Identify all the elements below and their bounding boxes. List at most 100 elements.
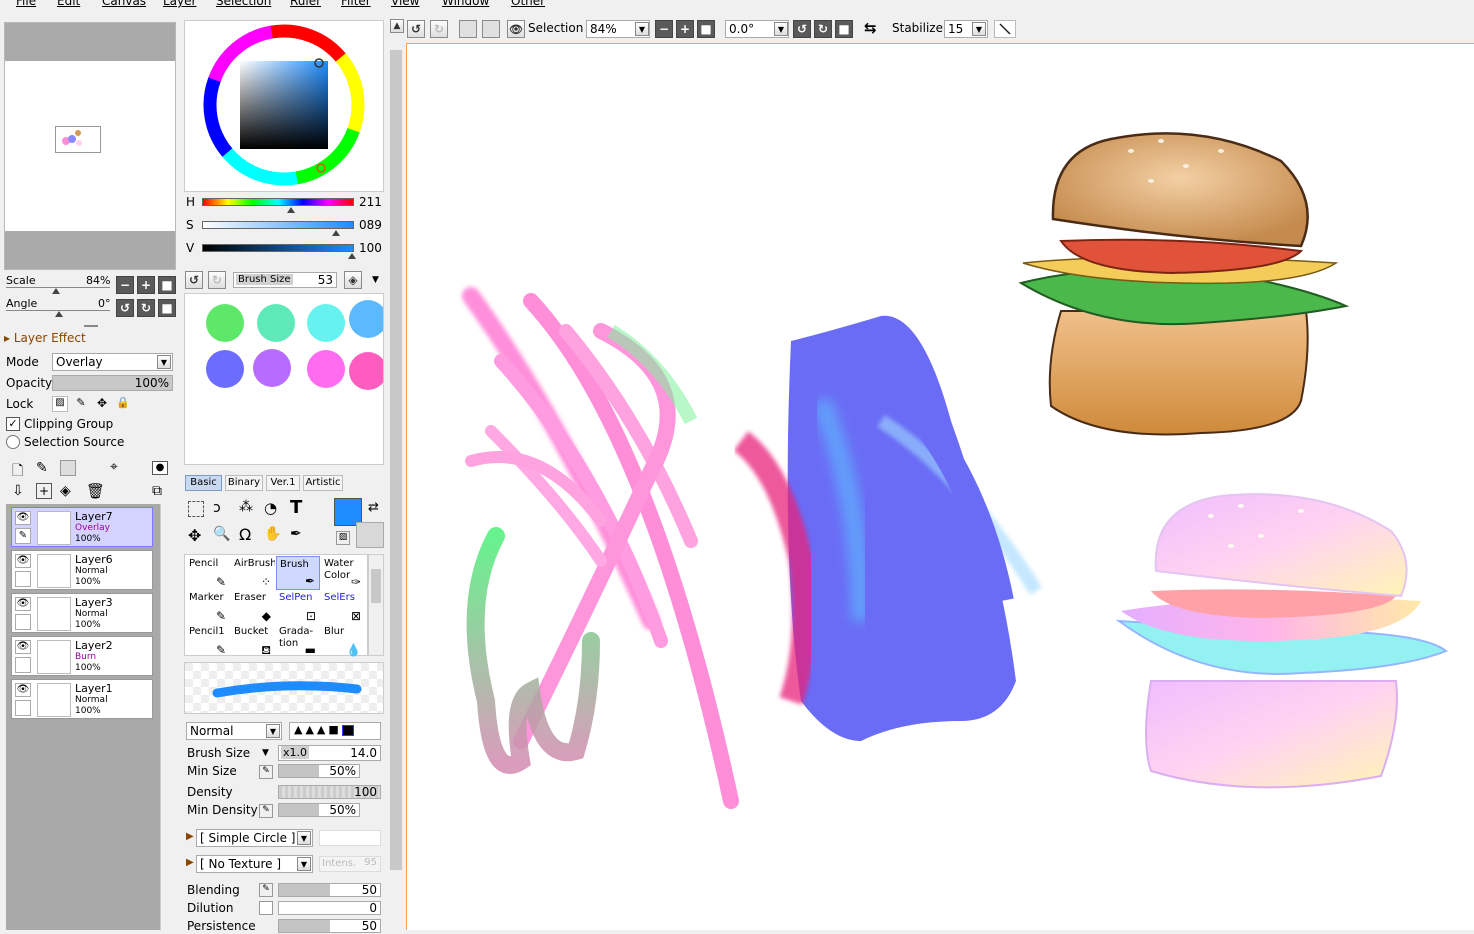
hardness-selected-icon[interactable]: [341, 724, 354, 736]
redo-button[interactable]: ↻: [430, 20, 448, 38]
tool-selpen[interactable]: SelPen ⊡: [276, 590, 320, 624]
tool-eraser[interactable]: Eraser ◆: [231, 590, 275, 624]
visibility-eye-icon[interactable]: 👁: [15, 511, 31, 525]
lock-move-icon[interactable]: ✥: [94, 396, 110, 412]
layer-lock-box[interactable]: [15, 657, 31, 673]
rotate-reset-button[interactable]: ■: [158, 299, 176, 317]
tool-panel-scroll-thumb[interactable]: [390, 50, 402, 870]
brush-texture-dropdown-icon[interactable]: ▼: [297, 857, 311, 871]
zoom-tool-icon[interactable]: 🔍: [213, 526, 230, 542]
brush-shape-expand-icon[interactable]: ▶: [186, 831, 194, 842]
menu-layer[interactable]: Layer: [163, 0, 196, 8]
toolbar-zoom-reset-button[interactable]: ■: [697, 20, 715, 38]
toolbar-rotate-left-button[interactable]: ↺: [793, 20, 811, 38]
rect-select-icon[interactable]: [188, 501, 204, 517]
toolbar-zoom-in-button[interactable]: +: [676, 20, 694, 38]
brush-blend-dropdown-icon[interactable]: ▼: [266, 724, 280, 738]
move-tool-icon[interactable]: ✥: [188, 526, 201, 545]
layer-list-scrollbar[interactable]: [160, 504, 176, 930]
value-slider-handle[interactable]: [348, 253, 356, 259]
tool-selers[interactable]: SelErs ⊠: [321, 590, 365, 624]
layer-lock-box[interactable]: [15, 614, 31, 630]
invert-selection-button[interactable]: [482, 20, 500, 38]
clear-layer-icon[interactable]: ◈: [60, 483, 71, 499]
tab-artistic[interactable]: Artistic: [303, 475, 343, 491]
menu-edit[interactable]: Edit: [57, 0, 80, 8]
flip-horizontal-icon[interactable]: ⇆: [864, 19, 877, 37]
layer-item-2[interactable]: 👁 Layer2 Burn 100%: [11, 636, 153, 676]
zoom-reset-button[interactable]: ■: [158, 276, 176, 294]
layer-item-6[interactable]: 👁 Layer6 Normal 100%: [11, 550, 153, 590]
opacity-slider[interactable]: 100%: [52, 375, 173, 391]
dilution-slider[interactable]: 0: [278, 901, 381, 915]
hand-tool-icon[interactable]: ✋: [264, 526, 281, 542]
swatch-cyan[interactable]: [307, 304, 345, 342]
tool-panel-scrollbar[interactable]: [388, 20, 404, 930]
new-layer-icon[interactable]: 🗋: [12, 460, 23, 484]
saturation-slider-handle[interactable]: [332, 230, 340, 236]
new-layer-folder-icon[interactable]: [60, 460, 76, 476]
brush-shape-dropdown-icon[interactable]: ▼: [297, 831, 311, 845]
color-wheel[interactable]: [185, 21, 383, 191]
swatch-sky[interactable]: [349, 300, 383, 338]
clipping-group-checkbox[interactable]: ✓: [6, 417, 20, 431]
tool-brush[interactable]: Brush ✒: [276, 556, 320, 590]
hue-slider-handle[interactable]: [287, 207, 295, 213]
visibility-eye-icon[interactable]: 👁: [15, 683, 31, 697]
value-slider[interactable]: [202, 244, 354, 252]
redo-size-button[interactable]: ↻: [208, 271, 226, 289]
menu-file[interactable]: File: [16, 0, 36, 8]
tool-pencil[interactable]: Pencil ✎: [186, 556, 230, 590]
tab-binary[interactable]: Binary: [225, 475, 263, 491]
visibility-eye-icon[interactable]: 👁: [15, 597, 31, 611]
min-size-slider[interactable]: 50%: [278, 764, 360, 778]
brush-shape-select[interactable]: [ Simple Circle ]: [196, 829, 313, 847]
min-size-pressure-icon[interactable]: ✎: [259, 765, 273, 779]
angle-slider-handle[interactable]: [55, 311, 63, 317]
rotate-left-button[interactable]: ↺: [116, 299, 134, 317]
visibility-eye-icon[interactable]: 👁: [15, 640, 31, 654]
tool-grada-tion[interactable]: Grada- tion ▬: [276, 624, 320, 658]
swatch-green[interactable]: [206, 304, 244, 342]
apply-mask-icon[interactable]: ⧉: [152, 483, 162, 499]
blend-mode-select[interactable]: Overlay: [52, 353, 173, 371]
blending-pressure-icon[interactable]: ✎: [259, 883, 273, 897]
menu-view[interactable]: View: [391, 0, 419, 8]
lock-transparency-icon[interactable]: ▨: [52, 396, 68, 412]
angle-dropdown-icon[interactable]: ▼: [774, 22, 788, 36]
lock-paint-icon[interactable]: ✎: [73, 396, 89, 412]
toolbar-rotate-right-button[interactable]: ↻: [814, 20, 832, 38]
brush-texture-expand-icon[interactable]: ▶: [186, 857, 194, 868]
undo-button[interactable]: ↺: [407, 20, 425, 38]
panel-splitter[interactable]: [84, 325, 98, 327]
blend-mode-dropdown-icon[interactable]: ▼: [157, 355, 171, 369]
menu-window[interactable]: Window: [442, 0, 489, 8]
brush-size-field[interactable]: x1.0 14.0: [278, 745, 381, 761]
swatch-violet[interactable]: [253, 349, 291, 387]
layer-pen-icon[interactable]: ✎: [15, 528, 31, 544]
zoom-dropdown-icon[interactable]: ▼: [635, 22, 649, 36]
selection-visibility-eye-icon[interactable]: 👁: [507, 20, 525, 38]
eyedropper-icon[interactable]: ✒: [290, 526, 302, 542]
swap-colors-icon[interactable]: ⇄: [368, 500, 379, 515]
tool-water-color[interactable]: Water Color ✑: [321, 556, 365, 590]
menu-filter[interactable]: Filter: [341, 0, 371, 8]
select-shape-icon[interactable]: ◔: [264, 499, 277, 517]
swatch-pink[interactable]: [349, 352, 383, 390]
saturation-slider[interactable]: [202, 221, 354, 229]
layer-mask-icon[interactable]: ●: [152, 461, 168, 475]
brush-size-chevron-down-icon[interactable]: ▼: [262, 748, 269, 758]
selection-source-checkbox[interactable]: [6, 435, 20, 449]
magic-wand-icon[interactable]: ⁂: [239, 499, 253, 515]
scale-slider-handle[interactable]: [52, 288, 60, 294]
swatch-blue[interactable]: [206, 350, 244, 388]
drawing-canvas[interactable]: [406, 43, 1474, 930]
toolbar-zoom-out-button[interactable]: −: [655, 20, 673, 38]
transparent-color-icon[interactable]: ▨: [336, 531, 350, 545]
tool-airbrush[interactable]: AirBrush ⁘: [231, 556, 275, 590]
swatch-options-icon[interactable]: ◈: [344, 271, 362, 289]
deselect-button[interactable]: [459, 20, 477, 38]
tool-bucket[interactable]: Bucket ⛾: [231, 624, 275, 658]
text-tool-icon[interactable]: T: [290, 497, 302, 518]
rotate-right-button[interactable]: ↻: [137, 299, 155, 317]
